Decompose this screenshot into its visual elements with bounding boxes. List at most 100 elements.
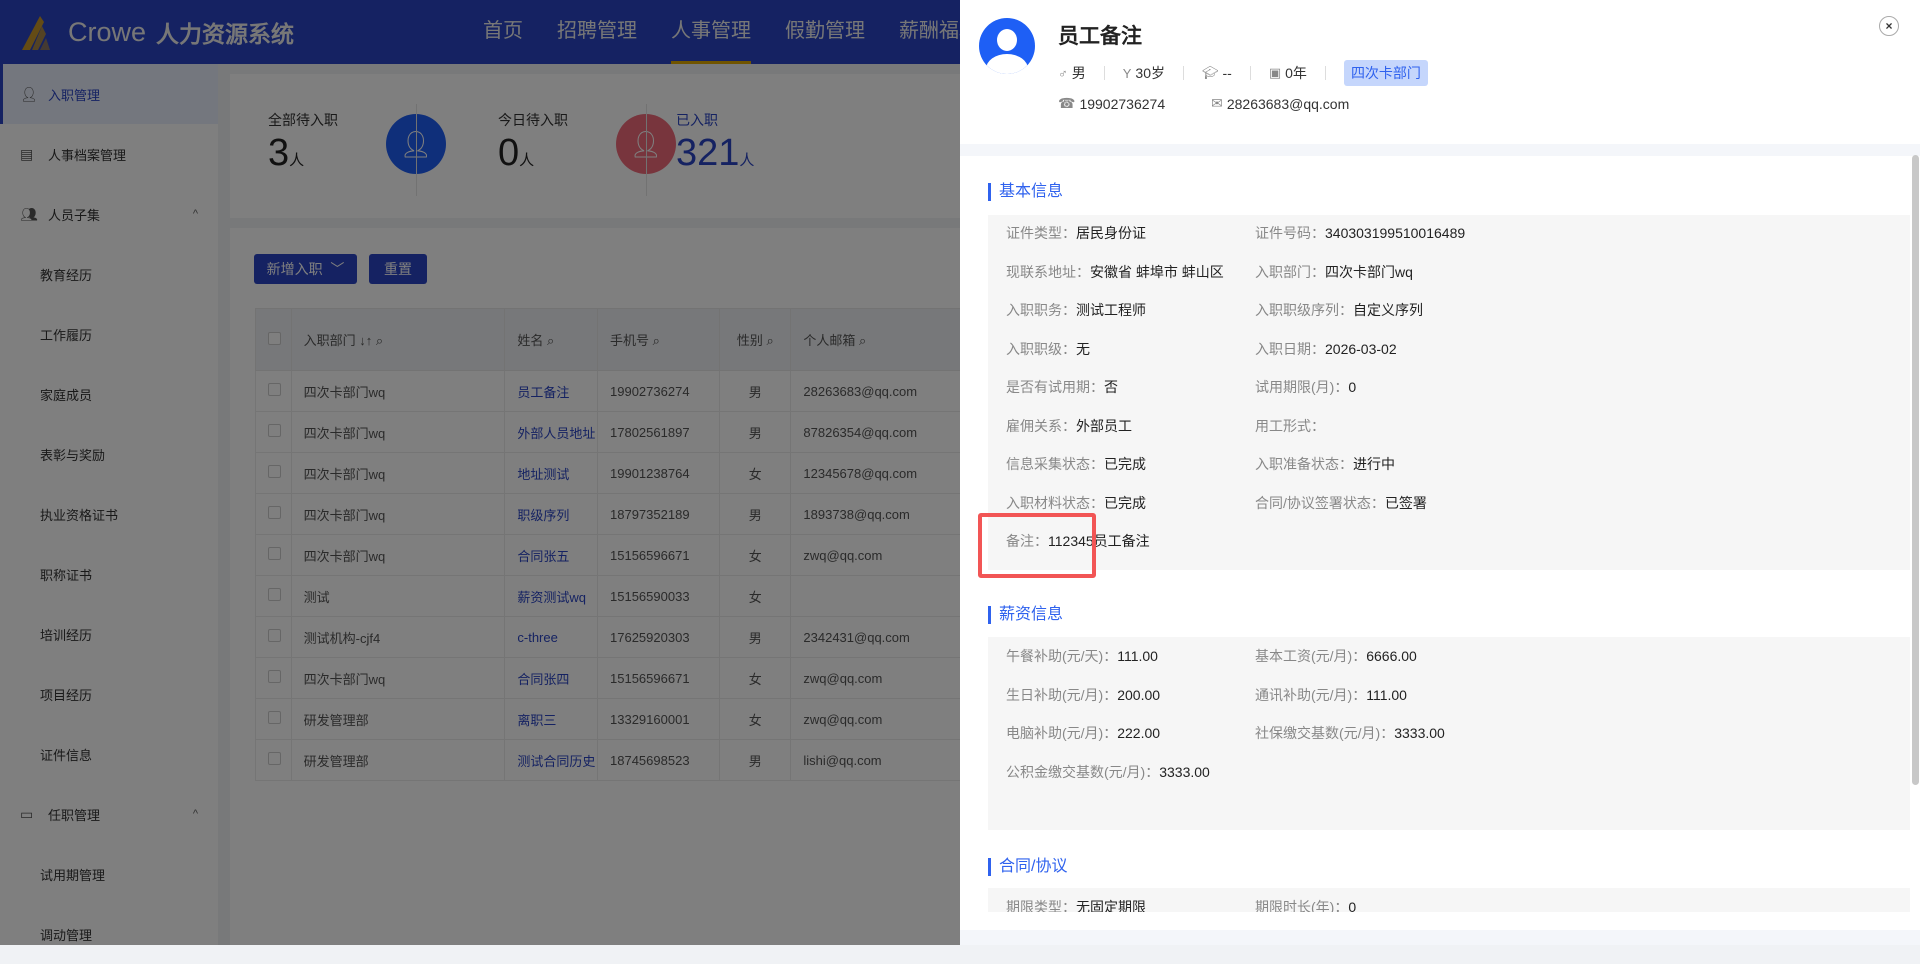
field-value: 6666.00: [1366, 648, 1417, 664]
field-label: 入职职级序列：: [1255, 302, 1353, 318]
field-row: 基本工资(元/月)：6666.00: [1255, 646, 1417, 666]
field-label: 期限类型：: [1006, 899, 1076, 912]
field-label: 入职部门：: [1255, 263, 1325, 280]
field-value: 居民身份证: [1076, 225, 1146, 241]
field-row: 入职职务：测试工程师: [1006, 300, 1146, 320]
field-value: 测试工程师: [1076, 302, 1146, 318]
avatar: [979, 18, 1035, 74]
field-row: 期限时长(年)：0: [1255, 897, 1356, 912]
field-value: 3333.00: [1159, 763, 1210, 780]
field-label: 生日补助(元/月)：: [1006, 686, 1118, 703]
field-value: 已完成: [1104, 456, 1146, 472]
employee-name: 员工备注: [1058, 25, 1142, 48]
field-label: 电脑补助(元/月)：: [1006, 725, 1118, 741]
email: 28263683@qq.com: [1226, 95, 1350, 112]
field-label: 入职职级：: [1006, 340, 1076, 357]
section-title: 基本信息: [988, 183, 1063, 201]
field-row: 信息采集状态：已完成: [1006, 454, 1146, 474]
field-label: 入职材料状态：: [1006, 494, 1104, 511]
field-value: 已签署: [1384, 494, 1427, 511]
field-row: 入职日期：2026-03-02: [1255, 339, 1397, 359]
section-title: 薪资信息: [988, 606, 1063, 624]
field-row: 入职部门：四次卡部门wq: [1255, 262, 1413, 282]
field-value: 否: [1104, 379, 1118, 395]
gender: 男: [1071, 65, 1086, 81]
field-row: 期限类型：无固定期限: [1006, 897, 1146, 912]
mail-icon: ✉: [1211, 95, 1223, 111]
field-label: 入职日期：: [1255, 340, 1325, 357]
scrollbar[interactable]: [1912, 155, 1919, 785]
close-icon: ×: [1885, 19, 1893, 33]
drawer-footer: [960, 930, 1920, 945]
field-row: 生日补助(元/月)：200.00: [1006, 685, 1160, 705]
field-row: 入职职级序列：自定义序列: [1255, 300, 1423, 320]
field-row: 证件号码：340303199510016489: [1255, 223, 1465, 243]
highlight-box: [978, 513, 1096, 578]
field-label: 证件号码：: [1255, 225, 1325, 241]
phone: 19902736274: [1079, 95, 1166, 112]
field-label: 社保缴交基数(元/月)：: [1255, 725, 1395, 741]
modal-overlay[interactable]: [0, 0, 960, 945]
field-label: 基本工资(元/月)：: [1255, 648, 1367, 664]
field-value: 3333.00: [1394, 725, 1445, 741]
field-row: 电脑补助(元/月)：222.00: [1006, 723, 1160, 743]
field-row: 雇佣关系：外部员工: [1006, 416, 1132, 436]
field-value: 200.00: [1117, 686, 1161, 703]
field-value: 2026-03-02: [1325, 340, 1397, 357]
field-row: 是否有试用期：否: [1006, 377, 1118, 397]
field-value: 0: [1348, 899, 1357, 912]
field-label: 雇佣关系：: [1006, 417, 1076, 434]
field-row: 合同/协议签署状态：已签署: [1255, 493, 1427, 513]
field-label: 入职职务：: [1006, 302, 1076, 318]
department-tag: 四次卡部门: [1343, 60, 1428, 86]
field-value: 222.00: [1117, 725, 1161, 741]
field-value: 111.00: [1117, 648, 1158, 664]
sprout-icon: Y: [1122, 65, 1132, 81]
field-label: 试用期限(月)：: [1255, 379, 1349, 395]
field-value: 进行中: [1353, 456, 1395, 472]
field-row: 社保缴交基数(元/月)：3333.00: [1255, 723, 1445, 743]
divider: [960, 144, 1920, 156]
field-row: 入职职级：无: [1006, 339, 1090, 359]
employee-meta: ♂ 男 Y 30岁 🎓︎ -- ▣ 0年 四次卡部门: [1058, 60, 1428, 86]
section-body: 期限类型：无固定期限 期限时长(年)：0: [988, 888, 1910, 912]
field-row: 用工形式：: [1255, 416, 1325, 436]
field-value: 0: [1348, 379, 1357, 395]
field-value: 340303199510016489: [1325, 225, 1466, 241]
field-value: 无: [1076, 340, 1090, 357]
education: --: [1222, 65, 1232, 81]
field-value: 自定义序列: [1353, 302, 1423, 318]
section-body: 午餐补助(元/天)：111.00 基本工资(元/月)：6666.00 生日补助(元/…: [988, 637, 1910, 830]
section-title: 合同/协议: [988, 858, 1067, 876]
field-label: 证件类型：: [1006, 225, 1076, 241]
male-icon: ♂: [1058, 65, 1068, 81]
employee-contact: ☎ 19902736274 ✉ 28263683@qq.com: [1058, 95, 1395, 112]
field-label: 现联系地址：: [1006, 263, 1090, 280]
field-label: 用工形式：: [1255, 417, 1325, 434]
field-label: 公积金缴交基数(元/月)：: [1006, 763, 1160, 780]
close-button[interactable]: ×: [1879, 16, 1899, 36]
field-row: 试用期限(月)：0: [1255, 377, 1356, 397]
field-value: 安徽省 蚌埠市 蚌山区: [1090, 263, 1224, 280]
field-value: 外部员工: [1076, 417, 1132, 434]
field-label: 期限时长(年)：: [1255, 899, 1349, 912]
field-label: 信息采集状态：: [1006, 456, 1104, 472]
field-label: 合同/协议签署状态：: [1255, 494, 1385, 511]
employee-detail-drawer: 员工备注 ♂ 男 Y 30岁 🎓︎ -- ▣ 0年 四次卡部门 ☎ 19902736274…: [960, 0, 1920, 945]
field-row: 现联系地址：安徽省 蚌埠市 蚌山区: [1006, 262, 1224, 282]
field-value: 四次卡部门wq: [1325, 263, 1413, 280]
section-body: 证件类型：居民身份证 证件号码：340303199510016489 现联系地址：安…: [988, 215, 1910, 570]
work-years: 0年: [1285, 65, 1307, 81]
field-value: 已完成: [1104, 494, 1146, 511]
field-row: 午餐补助(元/天)：111.00: [1006, 646, 1158, 666]
field-value: 111.00: [1366, 686, 1407, 703]
field-label: 是否有试用期：: [1006, 379, 1104, 395]
field-row: 入职准备状态：进行中: [1255, 454, 1395, 474]
briefcase-icon: ▣: [1268, 65, 1282, 80]
field-value: 无固定期限: [1076, 899, 1146, 912]
age: 30岁: [1135, 65, 1165, 81]
field-label: 入职准备状态：: [1255, 456, 1353, 472]
graduation-cap-icon: 🎓︎: [1202, 65, 1219, 80]
field-row: 证件类型：居民身份证: [1006, 223, 1146, 243]
field-row: 公积金缴交基数(元/月)：3333.00: [1006, 762, 1210, 782]
